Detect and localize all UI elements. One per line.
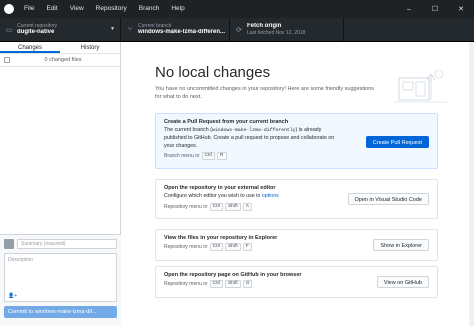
keyboard-shortcut: Branch menu or Ctrl R: [164, 152, 429, 161]
fetch-subtitle: Last fetched Nov 12, 2018: [247, 30, 306, 37]
fetch-title: Fetch origin: [247, 22, 282, 29]
summary-input[interactable]: Summary (required): [17, 239, 117, 249]
key-shift: Shift: [225, 202, 241, 211]
show-in-explorer-card: View the files in your repository in Exp…: [155, 229, 438, 261]
menu-help[interactable]: Help: [165, 0, 190, 18]
minimize-icon[interactable]: –: [396, 0, 422, 18]
main-panel: No local changes You have no uncommitted…: [121, 42, 474, 326]
add-coauthor-icon[interactable]: 👤+: [8, 293, 17, 299]
card-title: Create a Pull Request from your current …: [164, 119, 289, 125]
avatar: [4, 239, 14, 249]
options-link[interactable]: options: [262, 193, 279, 199]
key-ctrl: Ctrl: [209, 280, 224, 288]
key-f: F: [242, 243, 252, 251]
key-ctrl: Ctrl: [201, 152, 216, 161]
tab-changes[interactable]: Changes: [0, 42, 60, 53]
menu-bar: File Edit View Repository Branch Help – …: [0, 0, 474, 18]
branch-icon: ⑂: [127, 26, 133, 33]
view-on-github-card: Open the repository page on GitHub in yo…: [155, 266, 438, 298]
key-a: A: [242, 202, 252, 211]
chevron-down-icon: ▼: [110, 26, 115, 32]
create-pull-request-card: Create a Pull Request from your current …: [155, 113, 438, 169]
no-changes-illustration-icon: [395, 69, 447, 103]
menu-edit[interactable]: Edit: [40, 0, 63, 18]
create-pull-request-button[interactable]: Create Pull Request: [365, 136, 429, 148]
menu-repository[interactable]: Repository: [90, 0, 133, 18]
current-branch-button[interactable]: ⑂ Current branch windows-make-lzma-diffe…: [121, 18, 230, 41]
menu-view[interactable]: View: [64, 0, 90, 18]
repo-value: dugite-native: [17, 28, 55, 35]
key-ctrl: Ctrl: [209, 243, 224, 251]
menu-file[interactable]: File: [18, 0, 40, 18]
key-r: R: [217, 152, 227, 161]
close-icon[interactable]: ✕: [448, 0, 474, 18]
card-title: Open the repository in your external edi…: [164, 185, 276, 191]
show-in-explorer-button[interactable]: Show in Explorer: [373, 239, 429, 251]
page-title: No local changes: [155, 64, 271, 81]
key-shift: Shift: [225, 243, 241, 251]
key-g: G: [242, 280, 253, 288]
card-description: The current branch (windows-make-lzma-di…: [164, 127, 335, 149]
repo-icon: ▭: [5, 26, 13, 34]
github-logo-icon: [0, 0, 18, 18]
current-repository-button[interactable]: ▭ Current repository dugite-native ▼: [0, 18, 121, 41]
key-shift: Shift: [225, 280, 241, 288]
toolbar: ▭ Current repository dugite-native ▼ ⑂ C…: [0, 18, 474, 42]
tab-history[interactable]: History: [60, 42, 120, 53]
key-ctrl: Ctrl: [209, 202, 224, 211]
page-subtitle: You have no uncommitted changes in your …: [155, 86, 375, 100]
open-in-editor-button[interactable]: Open in Visual Studio Code: [347, 193, 429, 205]
changes-panel: Changes History 0 changed files Summary …: [0, 42, 121, 326]
description-placeholder: Description: [8, 257, 34, 263]
changed-files-count: 0 changed files: [44, 57, 82, 63]
card-description: Configure which editor you wish to use i…: [164, 193, 279, 199]
open-editor-card: Open the repository in your external edi…: [155, 179, 438, 219]
window-controls: – ☐ ✕: [396, 0, 474, 18]
changed-files-header: 0 changed files: [0, 54, 120, 67]
fetch-origin-button[interactable]: ⟳ Fetch origin Last fetched Nov 12, 2018: [230, 18, 344, 41]
maximize-icon[interactable]: ☐: [422, 0, 448, 18]
menu-branch[interactable]: Branch: [133, 0, 166, 18]
scrollbar[interactable]: [469, 42, 474, 326]
branch-value: windows-make-lzma-differen...: [138, 28, 226, 35]
sync-icon: ⟳: [236, 26, 242, 34]
tab-bar: Changes History: [0, 42, 120, 54]
description-input[interactable]: Description 👤+: [4, 253, 117, 302]
commit-area: Summary (required) Description 👤+ Commit…: [0, 234, 121, 326]
commit-button[interactable]: Commit to windows-make-lzma-dif...: [4, 306, 117, 318]
view-on-github-button[interactable]: View on GitHub: [376, 276, 429, 288]
